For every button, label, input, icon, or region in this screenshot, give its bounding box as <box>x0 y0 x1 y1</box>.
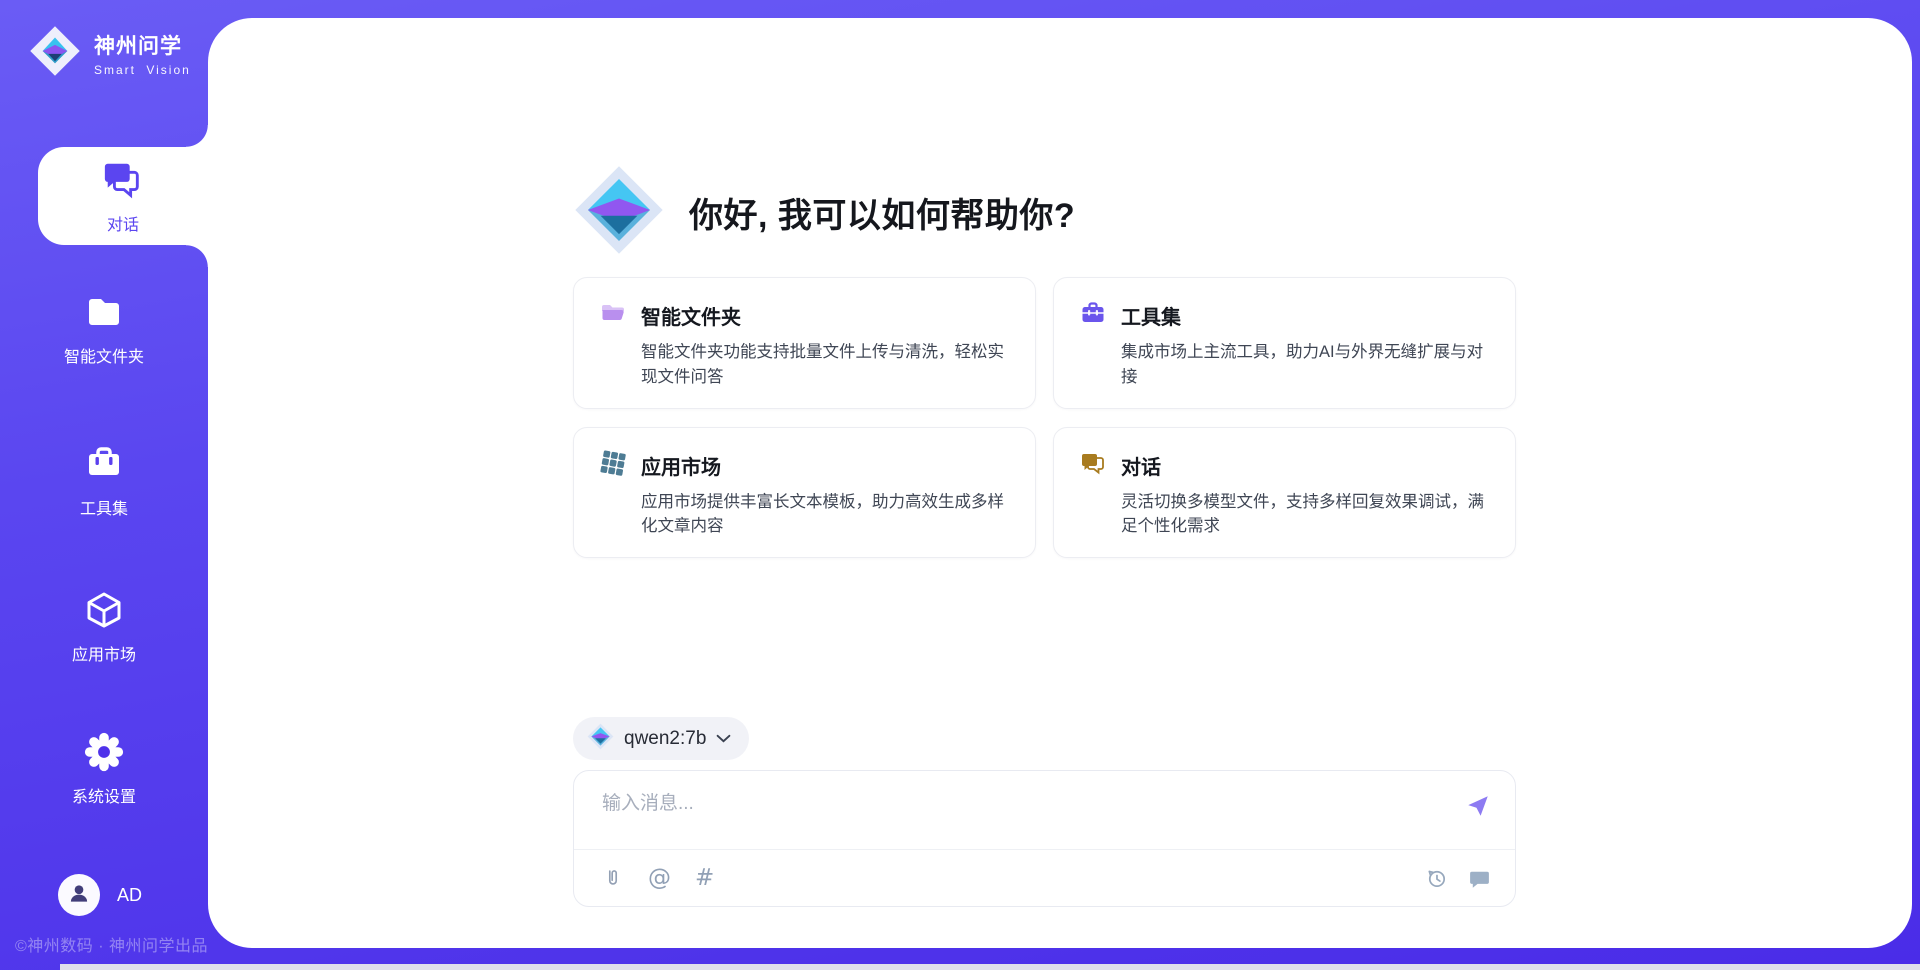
greeting-row: 你好, 我可以如何帮助你? <box>573 164 1516 261</box>
open-folder-icon <box>600 300 626 331</box>
sidebar-item-toolset[interactable]: 工具集 <box>0 442 208 519</box>
chat-bubble-icon[interactable] <box>1468 867 1491 890</box>
history-icon[interactable] <box>1425 867 1448 890</box>
main-content-panel: 你好, 我可以如何帮助你? 智能文件夹 智能文件夹功能支持批量文件上传与清洗，轻… <box>208 18 1912 948</box>
card-smart-folder[interactable]: 智能文件夹 智能文件夹功能支持批量文件上传与清洗，轻松实现文件问答 <box>573 277 1036 409</box>
horizontal-scrollbar[interactable] <box>60 964 1920 970</box>
sidebar-item-app-market[interactable]: 应用市场 <box>0 588 208 665</box>
card-app-market[interactable]: 应用市场 应用市场提供丰富长文本模板，助力高效生成多样化文章内容 <box>573 427 1036 559</box>
tab-fillet-top <box>186 125 208 147</box>
sidebar-item-smart-folder[interactable]: 智能文件夹 <box>0 290 208 367</box>
briefcase-icon <box>1080 300 1106 331</box>
copyright-footer: ©神州数码 · 神州问学出品 <box>15 932 208 956</box>
card-chat[interactable]: 对话 灵活切换多模型文件，支持多样回复效果调试，满足个性化需求 <box>1053 427 1516 559</box>
brand-name: 神州问学 <box>94 30 191 60</box>
greeting-title: 你好, 我可以如何帮助你? <box>689 188 1075 237</box>
user-profile[interactable]: AD <box>58 874 142 916</box>
card-description: 集成市场上主流工具，助力AI与外界无缝扩展与对接 <box>1121 340 1489 390</box>
sidebar-item-settings[interactable]: 系统设置 <box>0 730 208 807</box>
card-title: 智能文件夹 <box>641 301 741 330</box>
sidebar-item-label: 智能文件夹 <box>0 343 208 367</box>
chat-bubbles-icon <box>1080 450 1106 481</box>
chat-bubbles-icon <box>38 158 208 202</box>
message-input[interactable] <box>602 788 1445 840</box>
brand-logo: 神州问学 Smart Vision <box>28 24 191 83</box>
chevron-down-icon <box>716 730 731 748</box>
model-logo-icon <box>587 723 614 755</box>
hash-icon[interactable]: # <box>695 867 714 890</box>
card-description: 智能文件夹功能支持批量文件上传与清洗，轻松实现文件问答 <box>641 340 1009 390</box>
sidebar-item-chat[interactable]: 对话 <box>38 158 208 235</box>
gear-icon <box>0 730 208 774</box>
card-title: 工具集 <box>1121 301 1181 330</box>
send-icon[interactable] <box>1465 793 1491 819</box>
briefcase-icon <box>0 442 208 486</box>
brand-diamond-icon <box>28 24 82 83</box>
feature-cards: 智能文件夹 智能文件夹功能支持批量文件上传与清洗，轻松实现文件问答 <box>573 277 1516 558</box>
message-composer: @ # <box>573 770 1516 907</box>
app-logo-diamond-icon <box>573 164 665 261</box>
paperclip-icon[interactable] <box>602 866 624 890</box>
sidebar-item-label: 系统设置 <box>0 783 208 807</box>
at-icon[interactable]: @ <box>648 867 671 890</box>
card-title: 对话 <box>1121 451 1161 480</box>
sidebar-item-label: 工具集 <box>0 495 208 519</box>
sidebar-item-label: 应用市场 <box>0 641 208 665</box>
model-selector[interactable]: qwen2:7b <box>573 717 749 760</box>
grid-icon <box>600 450 626 481</box>
card-title: 应用市场 <box>641 451 721 480</box>
card-toolset[interactable]: 工具集 集成市场上主流工具，助力AI与外界无缝扩展与对接 <box>1053 277 1516 409</box>
tab-fillet-bottom <box>186 245 208 267</box>
card-description: 灵活切换多模型文件，支持多样回复效果调试，满足个性化需求 <box>1121 490 1489 540</box>
folder-icon <box>0 290 208 334</box>
user-avatar-icon <box>66 880 92 911</box>
sidebar-item-label: 对话 <box>38 211 208 235</box>
cube-icon <box>0 588 208 632</box>
sidebar: 神州问学 Smart Vision 对话 智能文件夹 <box>0 0 208 970</box>
brand-tagline: Smart Vision <box>94 63 191 77</box>
chat-welcome-area: 你好, 我可以如何帮助你? 智能文件夹 智能文件夹功能支持批量文件上传与清洗，轻… <box>573 18 1516 907</box>
user-name: AD <box>117 885 142 906</box>
card-description: 应用市场提供丰富长文本模板，助力高效生成多样化文章内容 <box>641 490 1009 540</box>
model-name: qwen2:7b <box>624 728 706 750</box>
avatar <box>58 874 100 916</box>
